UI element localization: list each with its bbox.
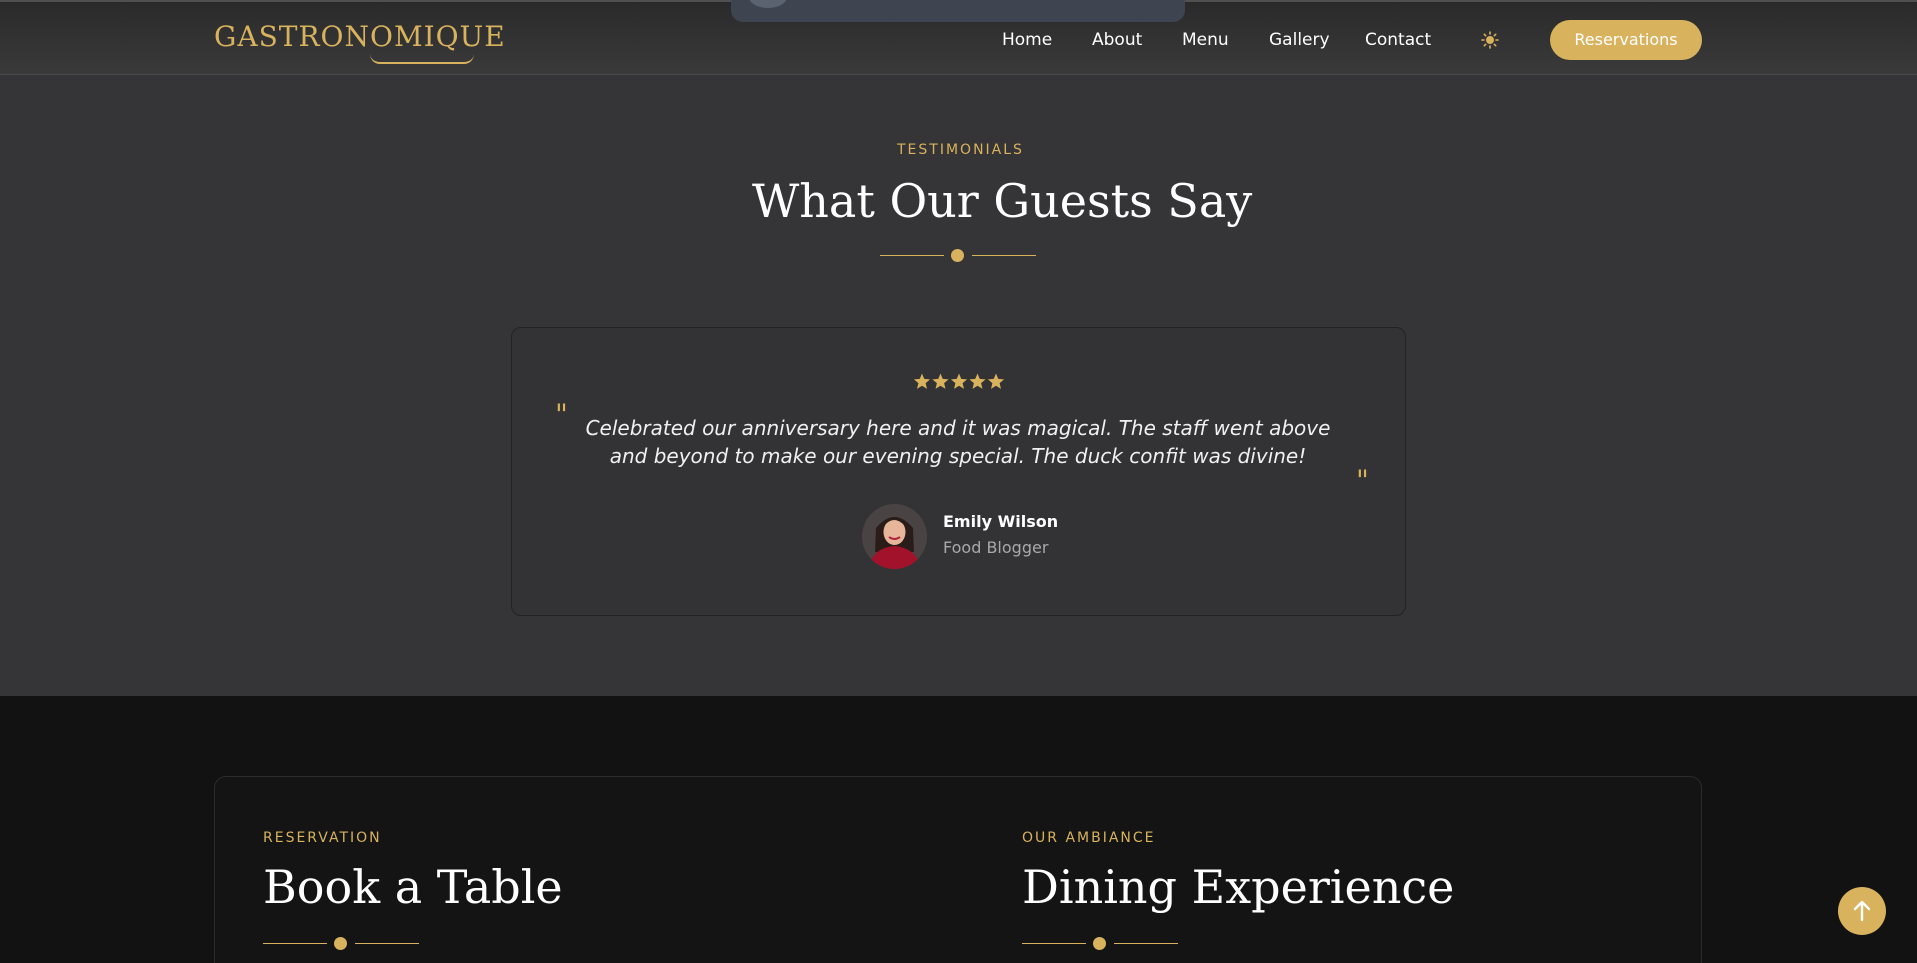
arrow-up-icon [1853,900,1871,922]
star-icon [987,373,1005,389]
site-header: GASTRONOMIQUE Home About Menu Gallery Co… [0,0,1917,75]
section-title: What Our Guests Say [752,174,1253,228]
nav-home[interactable]: Home [1002,30,1052,50]
star-icon [913,373,931,389]
quote-open-icon: " [555,398,568,431]
quote-close-icon: " [1356,464,1369,497]
nav-contact[interactable]: Contact [1365,30,1431,50]
star-icon [950,373,968,389]
avatar [862,504,927,569]
reservation-divider [263,937,419,951]
browser-notch [731,0,1185,22]
scroll-to-top-button[interactable] [1838,887,1886,935]
ambiance-divider [1022,937,1178,951]
site-logo[interactable]: GASTRONOMIQUE [214,20,506,53]
author-name: Emily Wilson [943,512,1059,531]
testimonial-quote: Celebrated our anniversary here and it w… [585,416,1331,468]
sun-icon[interactable] [1479,29,1501,51]
reservation-title: Book a Table [263,860,563,914]
author-role: Food Blogger [943,538,1049,557]
nav-about[interactable]: About [1092,30,1142,50]
section-eyebrow: TESTIMONIALS [897,142,1024,158]
ambiance-title: Dining Experience [1022,860,1455,914]
reservation-eyebrow: RESERVATION [263,830,382,846]
notch-handle [749,0,787,8]
testimonial-card [511,327,1406,616]
logo-swash [370,54,474,64]
reservations-button[interactable]: Reservations [1550,20,1702,60]
star-icon [932,373,949,389]
star-rating [913,372,1005,392]
nav-gallery[interactable]: Gallery [1269,30,1330,50]
nav-menu[interactable]: Menu [1182,30,1229,50]
star-icon [969,373,986,389]
section-divider [880,249,1036,263]
ambiance-eyebrow: OUR AMBIANCE [1022,830,1156,846]
